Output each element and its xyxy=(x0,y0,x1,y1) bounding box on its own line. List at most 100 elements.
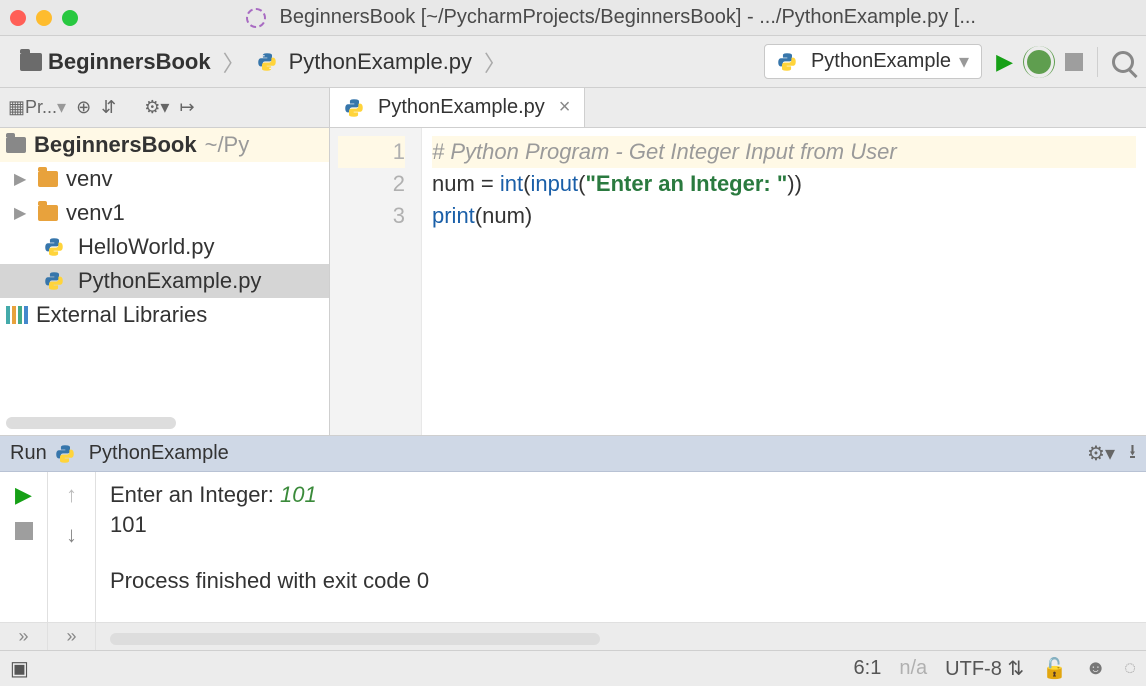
console-user-input: 101 xyxy=(280,482,317,507)
debug-button[interactable] xyxy=(1027,50,1051,74)
titlebar: BeginnersBook [~/PycharmProjects/Beginne… xyxy=(0,0,1146,36)
tab-label: PythonExample.py xyxy=(378,96,545,119)
tree-root-label: BeginnersBook xyxy=(34,132,197,158)
tree-item-label: PythonExample.py xyxy=(78,268,261,294)
tree-item-venv1[interactable]: ▶ venv1 xyxy=(0,196,329,230)
download-button[interactable]: ⭳ xyxy=(1129,437,1136,471)
main-area: ▦ Pr...▾ ⊕ ⇵ ⚙▾ ↦ BeginnersBook ~/Py ▶ v… xyxy=(0,88,1146,435)
search-button[interactable] xyxy=(1112,51,1134,73)
tree-item-label: venv1 xyxy=(66,200,125,226)
window-title: BeginnersBook [~/PycharmProjects/Beginne… xyxy=(78,6,1136,29)
run-panel-title: Run xyxy=(10,442,47,465)
run-config-label: PythonExample xyxy=(89,442,229,465)
python-file-icon xyxy=(344,98,364,118)
scroll-from-source-button[interactable]: ⊕ xyxy=(76,97,91,118)
console-exit-line: Process finished with exit code 0 xyxy=(110,566,1132,596)
line-number: 2 xyxy=(338,168,405,200)
code-body[interactable]: # Python Program - Get Integer Input fro… xyxy=(422,128,1146,435)
run-button[interactable]: ▶ xyxy=(996,49,1013,75)
stop-button[interactable] xyxy=(1065,53,1083,71)
line-number: 1 xyxy=(338,136,405,168)
folder-icon xyxy=(38,205,58,221)
run-settings-button[interactable]: ⚙▾ xyxy=(1087,441,1115,466)
tree-item-helloworld[interactable]: HelloWorld.py xyxy=(0,230,329,264)
console-output[interactable]: Enter an Integer: 101 101 Process finish… xyxy=(96,472,1146,622)
stop-run-button[interactable] xyxy=(15,522,33,540)
line-number: 3 xyxy=(338,200,405,232)
project-sidebar: ▦ Pr...▾ ⊕ ⇵ ⚙▾ ↦ BeginnersBook ~/Py ▶ v… xyxy=(0,88,330,435)
tree-item-venv[interactable]: ▶ venv xyxy=(0,162,329,196)
sidebar-toolbar: ▦ Pr...▾ ⊕ ⇵ ⚙▾ ↦ xyxy=(0,88,329,128)
python-file-icon xyxy=(777,52,797,72)
toolbar-right: PythonExample ▾ ▶ xyxy=(764,44,1134,79)
up-button[interactable]: ↑ xyxy=(66,482,77,508)
close-tab-button[interactable]: × xyxy=(559,96,571,119)
tree-item-label: External Libraries xyxy=(36,302,207,328)
tree-item-label: HelloWorld.py xyxy=(78,234,215,260)
minimize-window-button[interactable] xyxy=(36,10,52,26)
project-view-select[interactable]: ▦ Pr...▾ xyxy=(8,97,66,118)
line-separator[interactable]: n/a xyxy=(899,657,927,680)
run-panel-footer: » » xyxy=(0,622,1146,650)
horizontal-scrollbar[interactable] xyxy=(6,417,176,429)
breadcrumb-file-label: PythonExample.py xyxy=(289,49,472,75)
inspector-icon[interactable]: ☻ xyxy=(1085,657,1106,680)
collapse-button[interactable]: ⇵ xyxy=(101,97,116,118)
folder-icon xyxy=(20,53,42,71)
code-text: ( xyxy=(578,171,585,196)
breadcrumb-root-label: BeginnersBook xyxy=(48,49,211,75)
feedback-icon[interactable]: ◌ xyxy=(1124,657,1136,680)
down-button[interactable]: ↓ xyxy=(66,522,77,548)
encoding-select[interactable]: UTF-8 ⇅ xyxy=(945,656,1024,681)
tree-item-pythonexample[interactable]: PythonExample.py xyxy=(0,264,329,298)
chevron-right-icon: 〉 xyxy=(484,46,506,78)
python-file-icon xyxy=(44,271,64,291)
window-controls xyxy=(10,10,78,26)
run-controls-left: ▶ xyxy=(0,472,48,622)
run-panel: Run PythonExample ⚙▾ ⭳ ▶ ↑ ↓ Enter an In… xyxy=(0,435,1146,650)
more-left-button[interactable]: » xyxy=(0,623,48,650)
tree-root-path: ~/Py xyxy=(205,132,250,158)
breadcrumb-root[interactable]: BeginnersBook xyxy=(12,45,219,79)
code-comment: # Python Program - Get Integer Input fro… xyxy=(432,139,897,164)
ide-icon xyxy=(246,8,266,28)
run-panel-body: ▶ ↑ ↓ Enter an Integer: 101 101 Process … xyxy=(0,472,1146,622)
run-configuration-label: PythonExample xyxy=(811,50,951,73)
rerun-button[interactable]: ▶ xyxy=(15,482,32,508)
more-right-button[interactable]: » xyxy=(48,623,96,650)
settings-button[interactable]: ⚙▾ xyxy=(144,97,169,118)
tree-item-label: venv xyxy=(66,166,112,192)
run-panel-header: Run PythonExample ⚙▾ ⭳ xyxy=(0,436,1146,472)
cursor-position[interactable]: 6:1 xyxy=(854,657,882,680)
folder-icon xyxy=(38,171,58,187)
run-configuration-select[interactable]: PythonExample ▾ xyxy=(764,44,982,79)
code-string: "Enter an Integer: " xyxy=(586,171,788,196)
breadcrumb-file[interactable]: PythonExample.py xyxy=(249,45,480,79)
hide-button[interactable]: ↦ xyxy=(179,97,194,118)
python-file-icon xyxy=(55,444,75,464)
project-tree[interactable]: BeginnersBook ~/Py ▶ venv ▶ venv1 HelloW… xyxy=(0,128,329,411)
code-editor[interactable]: 1 2 3 # Python Program - Get Integer Inp… xyxy=(330,128,1146,435)
zoom-window-button[interactable] xyxy=(62,10,78,26)
code-builtin: print xyxy=(432,203,475,228)
close-window-button[interactable] xyxy=(10,10,26,26)
lock-icon[interactable]: 🔓 xyxy=(1042,656,1067,681)
console-line: 101 xyxy=(110,510,1132,540)
run-controls-right: ↑ ↓ xyxy=(48,472,96,622)
tool-windows-button[interactable]: ▣ xyxy=(10,656,29,681)
code-text: num = xyxy=(432,171,500,196)
separator xyxy=(1097,47,1098,77)
chevron-right-icon: 〉 xyxy=(223,46,245,78)
code-text: )) xyxy=(787,171,802,196)
tree-external-libraries[interactable]: External Libraries xyxy=(0,298,329,332)
console-scrollbar[interactable] xyxy=(110,633,600,645)
disclosure-icon[interactable]: ▶ xyxy=(14,169,30,189)
code-builtin: int xyxy=(500,171,523,196)
python-file-icon xyxy=(257,52,277,72)
window-title-text: BeginnersBook [~/PycharmProjects/Beginne… xyxy=(280,6,976,28)
navigation-bar: BeginnersBook 〉 PythonExample.py 〉 Pytho… xyxy=(0,36,1146,88)
disclosure-icon[interactable]: ▶ xyxy=(14,203,30,223)
tree-root[interactable]: BeginnersBook ~/Py xyxy=(0,128,329,162)
tab-pythonexample[interactable]: PythonExample.py × xyxy=(330,88,585,127)
console-prompt: Enter an Integer: xyxy=(110,482,280,507)
